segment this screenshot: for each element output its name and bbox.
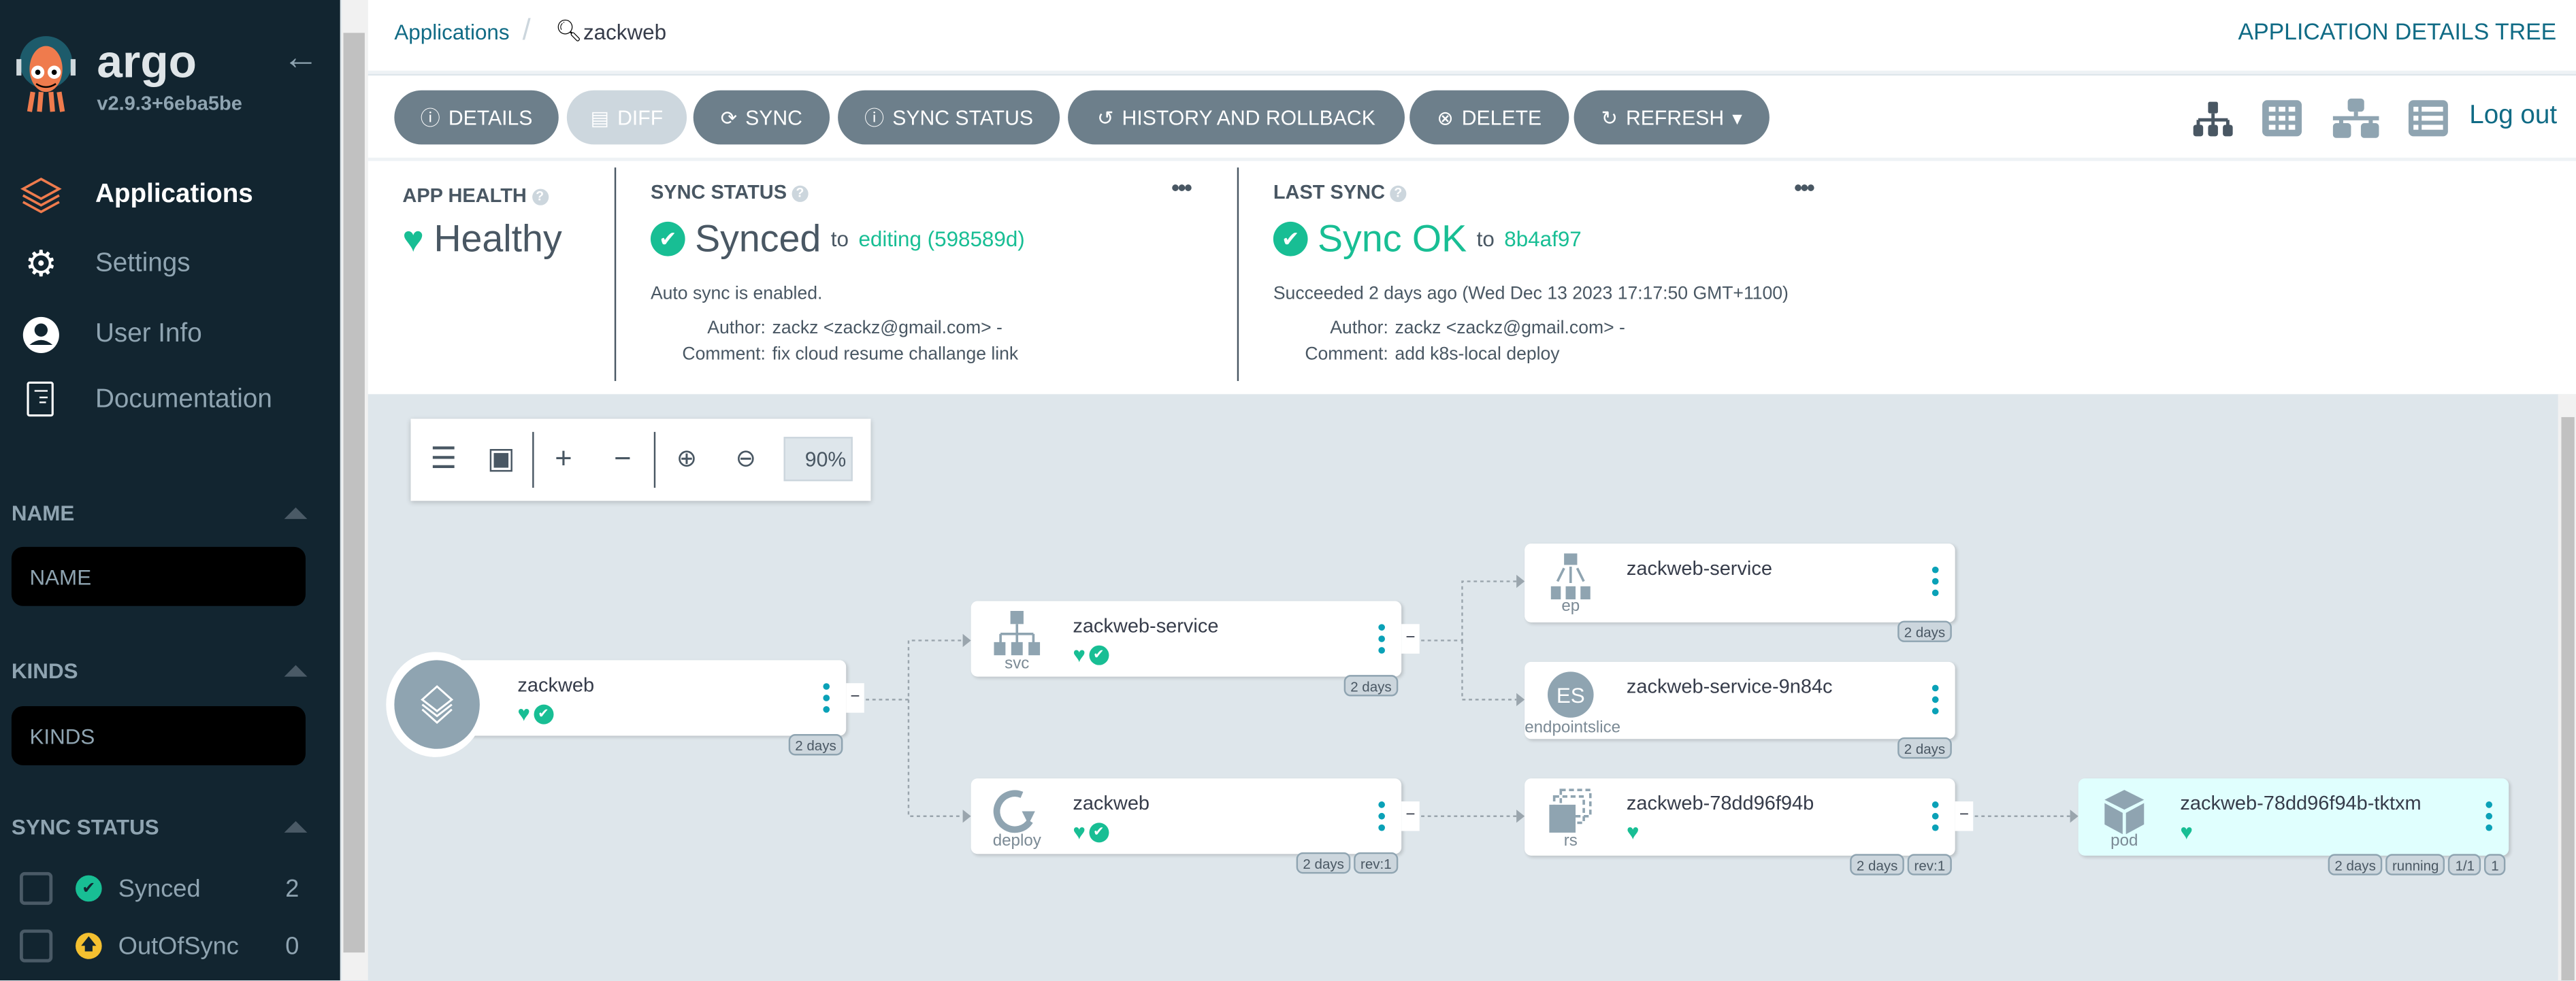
node-status: ♥ xyxy=(1627,821,1640,842)
fit-screen-icon[interactable]: ▣ xyxy=(481,439,521,478)
node-kind: deploy xyxy=(992,832,1041,851)
node-badges: 2 days xyxy=(1897,620,1952,642)
replicaset-icon xyxy=(1549,788,1592,833)
node-kind: ep xyxy=(1561,597,1580,616)
graph-scrollbar[interactable] xyxy=(2558,394,2576,981)
heart-icon: ♥ xyxy=(1073,642,1086,667)
node-badges: 2 days xyxy=(788,734,843,756)
endpointslice-node[interactable]: ES endpointslice zackweb-service-9n84c 2… xyxy=(1525,661,1955,759)
node-badges: 2 days rev:1 xyxy=(1850,854,1952,876)
heart-icon: ♥ xyxy=(517,701,531,726)
node-name: zackweb-service xyxy=(1626,556,1772,580)
collapse-toggle[interactable]: − xyxy=(1401,624,1420,654)
endpoints-icon xyxy=(1550,553,1591,600)
node-menu-icon[interactable] xyxy=(1378,624,1386,654)
application-layers-icon xyxy=(394,660,480,749)
node-menu-icon[interactable] xyxy=(1931,566,1939,597)
collapse-toggle[interactable]: − xyxy=(1401,801,1420,831)
align-left-icon[interactable]: ☰ xyxy=(424,439,463,478)
node-kind: pod xyxy=(2110,832,2138,851)
service-icon xyxy=(994,611,1041,656)
node-badges: 2 days running 1/1 1 xyxy=(2328,854,2506,876)
pod-node[interactable]: pod zackweb-78dd96f94b-tktxm ♥ 2 days run… xyxy=(2078,778,2509,876)
node-name: zackweb-service xyxy=(1073,614,1219,637)
node-kind: rs xyxy=(1563,832,1578,851)
node-kind: endpointslice xyxy=(1525,719,1621,737)
edge xyxy=(1461,640,1517,701)
check-circle-icon: ✔ xyxy=(533,703,553,724)
check-circle-icon: ✔ xyxy=(1088,822,1109,842)
deploy-node[interactable]: deploy zackweb ♥ ✔ − 2 days rev:1 xyxy=(971,778,1420,874)
node-menu-icon[interactable] xyxy=(1931,801,1939,831)
graph-zoom-toolbar: ☰ ▣ + − ⊕ ⊖ 90% xyxy=(410,418,871,501)
node-status: ♥ ✔ xyxy=(1073,819,1109,844)
node-badges: 2 days xyxy=(1343,675,1399,697)
zoom-level[interactable]: 90% xyxy=(783,437,853,482)
zoom-in-icon[interactable]: ⊕ xyxy=(667,439,706,478)
heart-icon: ♥ xyxy=(2180,819,2194,844)
node-menu-icon[interactable] xyxy=(2485,801,2493,831)
expand-plus-icon[interactable]: + xyxy=(544,439,583,478)
edge xyxy=(907,699,963,817)
heart-icon: ♥ xyxy=(1073,819,1086,844)
rs-node[interactable]: rs zackweb-78dd96f94b ♥ − 2 days rev:1 xyxy=(1525,778,1974,876)
node-badges: 2 days rev:1 xyxy=(1296,852,1399,874)
node-badges: 2 days xyxy=(1897,737,1952,759)
collapse-toggle[interactable]: − xyxy=(846,683,864,713)
edge xyxy=(866,639,963,701)
node-name: zackweb xyxy=(1073,791,1150,815)
pod-cube-icon xyxy=(2104,790,2145,835)
ep-node[interactable]: ep zackweb-service 2 days xyxy=(1525,544,1955,642)
endpointslice-icon: ES xyxy=(1547,671,1594,718)
zoom-out-icon[interactable]: ⊖ xyxy=(726,439,766,478)
node-menu-icon[interactable] xyxy=(1931,684,1939,715)
node-name: zackweb xyxy=(517,673,595,697)
node-kind: svc xyxy=(1005,655,1030,674)
app-node[interactable]: zackweb ♥ ✔ − 2 days xyxy=(430,660,864,756)
node-name: zackweb-service-9n84c xyxy=(1626,675,1833,698)
node-name: zackweb-78dd96f94b-tktxm xyxy=(2180,791,2422,815)
deployment-icon xyxy=(993,790,1035,833)
check-circle-icon: ✔ xyxy=(1088,644,1109,665)
collapse-minus-icon[interactable]: − xyxy=(603,439,642,478)
node-menu-icon[interactable] xyxy=(823,683,830,713)
heart-icon: ♥ xyxy=(1626,819,1640,844)
node-status: ♥ ✔ xyxy=(1073,642,1109,667)
node-status: ♥ ✔ xyxy=(517,701,553,726)
svc-node[interactable]: svc zackweb-service ♥ ✔ − 2 days xyxy=(971,601,1420,697)
node-name: zackweb-78dd96f94b xyxy=(1626,791,1814,815)
node-status: ♥ xyxy=(2180,821,2193,842)
node-menu-icon[interactable] xyxy=(1378,801,1386,831)
edge xyxy=(1421,580,1517,642)
collapse-toggle[interactable]: − xyxy=(1955,801,1974,831)
